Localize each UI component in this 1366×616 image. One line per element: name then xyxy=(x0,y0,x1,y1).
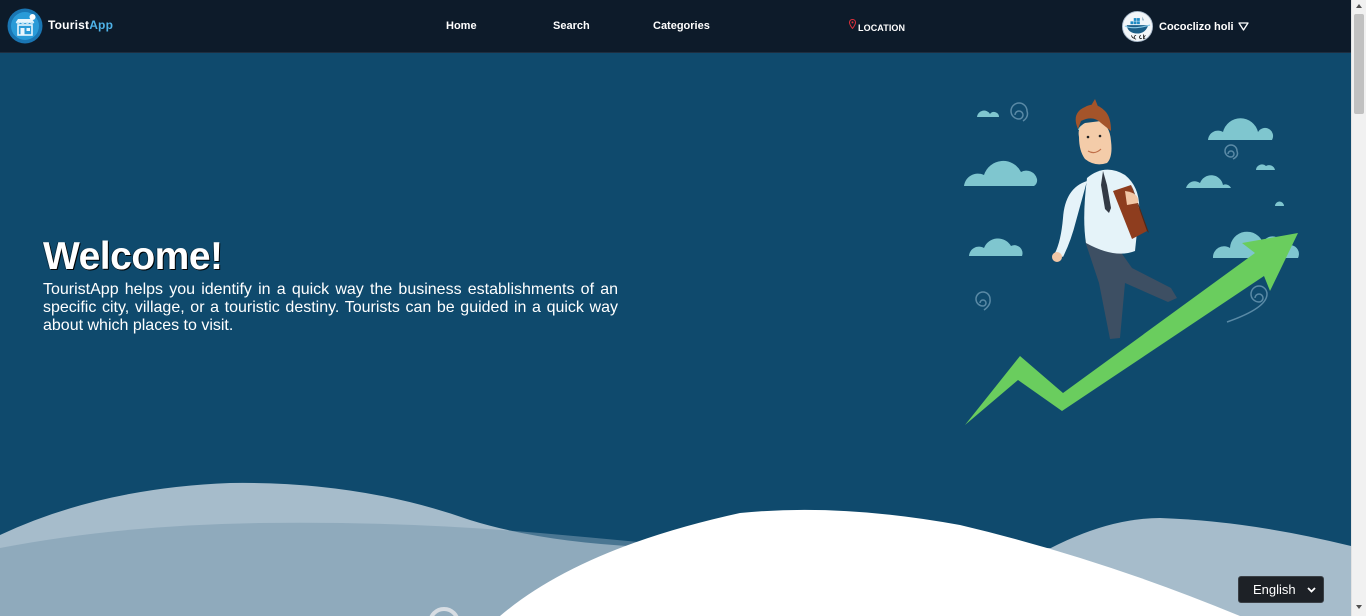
brand-logo-link[interactable]: TouristApp xyxy=(7,8,113,44)
map-pin-icon xyxy=(849,19,856,29)
scroll-down-arrow-icon[interactable] xyxy=(1356,605,1362,609)
nav-categories-link[interactable]: Categories xyxy=(653,20,710,32)
hero-title: Welcome! xyxy=(43,235,223,278)
nav-location-link[interactable]: LOCATION xyxy=(849,19,905,33)
language-selected-label: English xyxy=(1253,582,1296,597)
page-scrollbar[interactable] xyxy=(1351,0,1366,616)
top-navbar: TouristApp Home Search Categories LOCATI… xyxy=(0,0,1351,53)
user-menu[interactable]: Cococlizo holi xyxy=(1122,11,1249,42)
page: TouristApp Home Search Categories LOCATI… xyxy=(0,0,1366,616)
scroll-up-arrow-icon[interactable] xyxy=(1356,4,1362,8)
hero-description: TouristApp helps you identify in a quick… xyxy=(43,281,618,334)
nav-location-label: LOCATION xyxy=(858,23,906,33)
scrollbar-thumb[interactable] xyxy=(1354,14,1364,114)
businessman-growth-arrow-illustration xyxy=(964,99,1299,425)
nav-search-link[interactable]: Search xyxy=(553,20,590,32)
hero-section: Welcome! TouristApp helps you identify i… xyxy=(0,53,1351,616)
language-select[interactable]: English xyxy=(1238,576,1324,603)
chevron-down-icon xyxy=(1307,587,1316,593)
hero-waves xyxy=(0,482,1351,616)
shop-logo-icon xyxy=(7,8,43,44)
nav-home-link[interactable]: Home xyxy=(446,20,477,32)
user-name: Cococlizo holi xyxy=(1159,20,1234,33)
brand-name: TouristApp xyxy=(48,17,114,32)
docker-avatar-icon xyxy=(1122,11,1153,42)
caret-down-icon xyxy=(1237,22,1249,31)
